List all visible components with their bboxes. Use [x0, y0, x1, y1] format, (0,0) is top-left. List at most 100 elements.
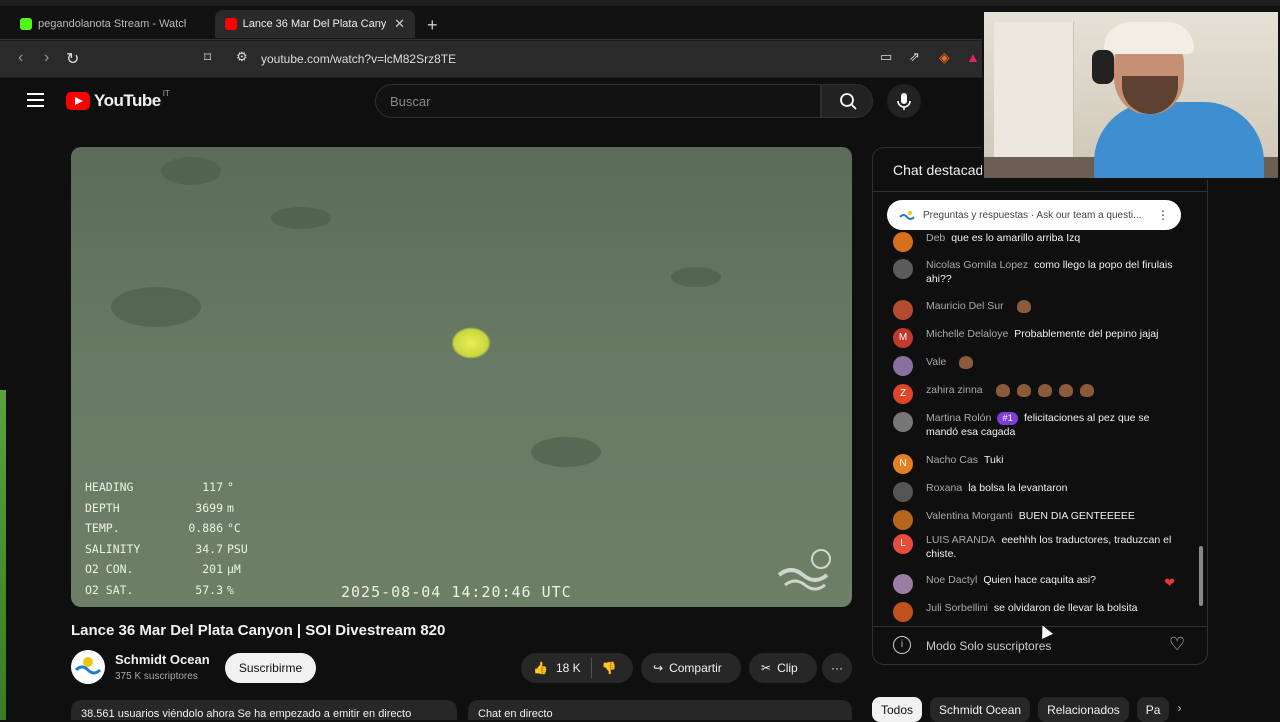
- avatar[interactable]: N: [893, 454, 913, 474]
- forward-icon[interactable]: ›: [44, 49, 49, 67]
- site-settings-icon[interactable]: ⚙: [236, 49, 248, 65]
- search-button[interactable]: [821, 84, 873, 118]
- avatar[interactable]: M: [893, 328, 913, 348]
- avatar[interactable]: [893, 356, 913, 376]
- author-name[interactable]: Deb: [926, 232, 945, 244]
- live-chat-toggle[interactable]: Chat en directo: [468, 700, 852, 720]
- channel-name[interactable]: Schmidt Ocean: [115, 652, 210, 667]
- chat-message[interactable]: Zzahira zinna: [893, 384, 1183, 404]
- tab-pegandolanota[interactable]: pegandolanota Stream - Watch Live: [10, 10, 210, 38]
- avatar[interactable]: [893, 574, 913, 594]
- schmidt-ocean-icon: [899, 210, 915, 220]
- youtube-play-icon: [66, 92, 90, 110]
- chat-message[interactable]: L LUIS ARANDA eeehhh los traductores, trad…: [893, 534, 1183, 561]
- author-name[interactable]: Michelle Delaloye: [926, 328, 1008, 340]
- background-shelf: [994, 22, 1074, 162]
- avatar[interactable]: [893, 259, 913, 279]
- dislike-icon[interactable]: 👎: [602, 661, 617, 675]
- seafloor-patch: [111, 287, 201, 327]
- message-body: Nacho Cas Tuki: [926, 454, 1183, 474]
- avatar[interactable]: [893, 300, 913, 320]
- youtube-favicon-icon: [225, 18, 237, 30]
- video-player[interactable]: HEADING 117 ° DEPTH 3699 m TEMP. 0.886 °C SALI…: [71, 147, 852, 607]
- author-name[interactable]: zahira zinna: [926, 384, 983, 396]
- author-name[interactable]: Noe Dactyl: [926, 574, 977, 586]
- streamer-cap: [1104, 22, 1194, 54]
- close-icon[interactable]: ✕: [394, 16, 405, 32]
- reload-icon[interactable]: ↻: [66, 49, 79, 69]
- pinned-message[interactable]: Preguntas y respuestas · Ask our team a …: [887, 200, 1181, 230]
- chip-schmidt-ocean[interactable]: Schmidt Ocean: [930, 697, 1031, 722]
- author-name[interactable]: Nicolas Gomila Lopez: [926, 259, 1028, 271]
- avatar[interactable]: [893, 510, 913, 530]
- share-button[interactable]: ↪ Compartir: [641, 653, 741, 683]
- avatar[interactable]: [893, 412, 913, 432]
- heart-icon[interactable]: ♡: [1169, 634, 1185, 655]
- chevron-right-icon[interactable]: ›: [1177, 697, 1181, 720]
- kebab-menu-icon[interactable]: ⋮: [1157, 208, 1169, 222]
- avatar[interactable]: Z: [893, 384, 913, 404]
- message-body: Vale: [926, 356, 1183, 376]
- author-name[interactable]: LUIS ARANDA: [926, 534, 995, 546]
- new-tab-icon[interactable]: +: [427, 15, 438, 36]
- microphone-icon: [897, 93, 911, 110]
- scroll-thumb[interactable]: [1199, 546, 1203, 606]
- avatar[interactable]: [893, 482, 913, 502]
- avatar[interactable]: L: [893, 534, 913, 554]
- chat-message[interactable]: Noe Dactyl Quien hace caquita asi? ❤: [893, 574, 1183, 594]
- chat-title[interactable]: Chat destacado: [893, 162, 991, 178]
- brave-rewards-icon[interactable]: ▲: [966, 49, 980, 65]
- url-input[interactable]: youtube.com/watch?v=lcM82Srz8TE: [261, 52, 456, 66]
- streamer-shirt: [1094, 102, 1264, 178]
- author-name[interactable]: Roxana: [926, 482, 962, 494]
- chip-pa[interactable]: Pa: [1136, 697, 1170, 722]
- avatar[interactable]: [893, 232, 913, 252]
- chat-message[interactable]: Roxana la bolsa la levantaron: [893, 482, 1183, 502]
- back-icon[interactable]: ‹: [18, 49, 23, 67]
- chip-relacionados[interactable]: Relacionados: [1038, 697, 1129, 722]
- chat-message[interactable]: Martina Rolón #1 felicitaciones al pez que…: [893, 412, 1183, 439]
- menu-icon[interactable]: [27, 93, 44, 111]
- chat-message[interactable]: Deb que es lo amarillo arriba Izq: [893, 232, 1183, 252]
- subscribe-button[interactable]: Suscribirme: [225, 653, 316, 683]
- tab-youtube[interactable]: Lance 36 Mar Del Plata Canyon ✕: [215, 10, 415, 38]
- search-input[interactable]: Buscar: [375, 84, 821, 118]
- chat-message[interactable]: Vale: [893, 356, 1183, 376]
- poop-emoji-icon: [1016, 300, 1031, 313]
- author-name[interactable]: Juli Sorbellini: [926, 602, 988, 614]
- more-actions-button[interactable]: ···: [822, 653, 852, 683]
- author-name[interactable]: Nacho Cas: [926, 454, 978, 466]
- description-box[interactable]: 38.561 usuarios viéndolo ahora Se ha emp…: [71, 700, 457, 720]
- clip-button[interactable]: ✂ Clip: [749, 653, 817, 683]
- message-body: Martina Rolón #1 felicitaciones al pez que…: [926, 412, 1183, 439]
- chat-message[interactable]: M Michelle Delaloye Probablemente del pepi…: [893, 328, 1183, 348]
- voice-search-button[interactable]: [887, 84, 921, 118]
- message-body: Michelle Delaloye Probablemente del pepin…: [926, 328, 1183, 348]
- seafloor-patch: [271, 207, 331, 229]
- member-badge: #1: [997, 412, 1018, 425]
- chat-message[interactable]: N Nacho Cas Tuki: [893, 454, 1183, 474]
- author-name[interactable]: Vale: [926, 356, 946, 368]
- avatar[interactable]: [893, 602, 913, 622]
- share-page-icon[interactable]: ⇗: [909, 49, 920, 65]
- chat-message[interactable]: Juli Sorbellini se olvidaron de llevar la…: [893, 602, 1183, 622]
- like-count[interactable]: 18 K: [556, 661, 581, 675]
- message-body: zahira zinna: [926, 384, 1183, 404]
- scissors-icon: ✂: [761, 661, 772, 675]
- chip-todos[interactable]: Todos: [872, 697, 923, 722]
- chat-message[interactable]: Mauricio Del Sur: [893, 300, 1183, 320]
- author-name[interactable]: Martina Rolón: [926, 412, 991, 424]
- author-name[interactable]: Mauricio Del Sur: [926, 300, 1004, 312]
- author-name[interactable]: Valentina Morganti: [926, 510, 1013, 522]
- bookmark-icon[interactable]: ⌑: [204, 49, 211, 66]
- channel-avatar[interactable]: [71, 650, 105, 684]
- brave-shield-icon[interactable]: ◈: [939, 49, 950, 66]
- chat-message[interactable]: Nicolas Gomila Lopez como llego la popo d…: [893, 259, 1183, 286]
- poop-emoji-icon: [959, 356, 974, 369]
- chat-scrollbar[interactable]: [1197, 196, 1205, 624]
- youtube-logo[interactable]: YouTube IT: [66, 89, 170, 111]
- like-icon[interactable]: 👍: [533, 661, 548, 675]
- chat-message[interactable]: Valentina Morganti BUEN DIA GENTEEEEE: [893, 510, 1183, 530]
- seafloor-patch: [531, 437, 601, 467]
- cast-icon[interactable]: ▭: [880, 49, 892, 65]
